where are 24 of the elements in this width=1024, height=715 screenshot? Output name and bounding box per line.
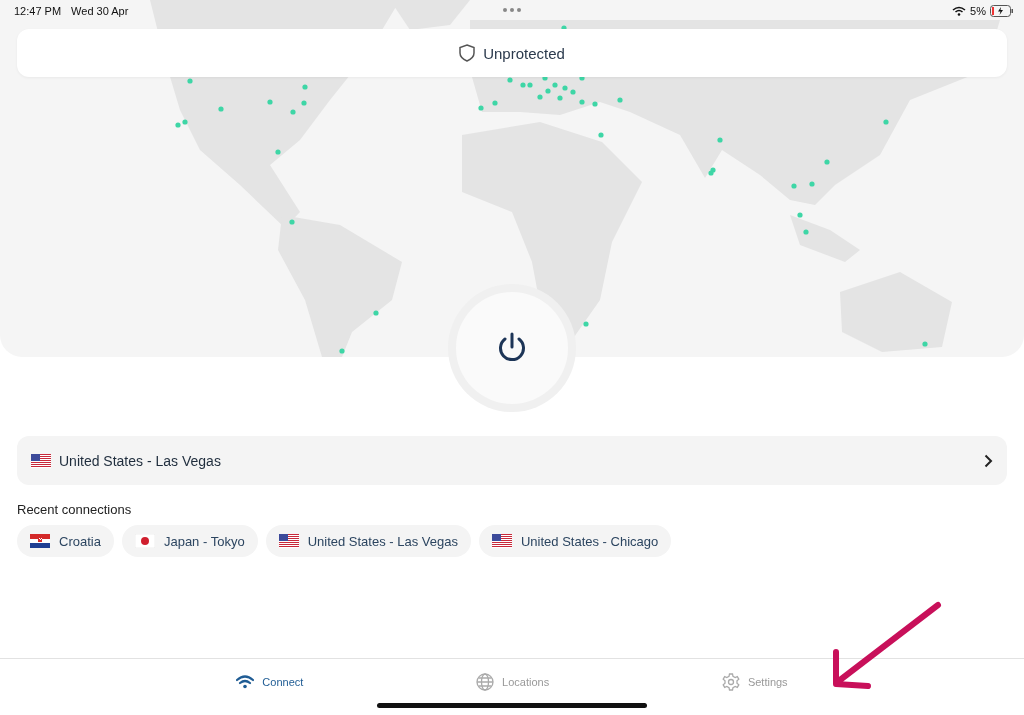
recent-connection-chip[interactable]: Japan - Tokyo	[121, 525, 258, 557]
tab[interactable]: Connect	[230, 671, 310, 693]
more-icon	[503, 8, 521, 12]
power-icon	[497, 332, 527, 364]
section-heading: Recent connections	[17, 502, 133, 517]
recent-connection-chip[interactable]: Croatia	[17, 525, 114, 557]
flag-icon	[31, 453, 51, 468]
flag-icon	[134, 534, 155, 548]
chevron-right-icon	[984, 453, 993, 468]
battery-icon	[990, 5, 1014, 17]
recent-connection-chip[interactable]: United States - Las Vegas	[265, 525, 471, 557]
status-time: 12:47 PM	[14, 5, 62, 17]
wifi-icon	[952, 6, 967, 16]
protection-status: Unprotected	[483, 44, 565, 62]
location-selector[interactable]: United States - Las Vegas	[17, 436, 1007, 485]
flag-icon	[491, 534, 512, 548]
settings-icon	[721, 673, 740, 691]
flag-icon	[30, 534, 50, 548]
wifi-icon	[236, 675, 255, 689]
recent-connection-chip[interactable]: United States - Chicago	[478, 525, 672, 557]
globe-icon	[476, 673, 495, 691]
flag-icon	[278, 534, 299, 548]
status-date: Wed 30 Apr	[71, 5, 129, 17]
battery-percent: 5%	[970, 5, 986, 17]
